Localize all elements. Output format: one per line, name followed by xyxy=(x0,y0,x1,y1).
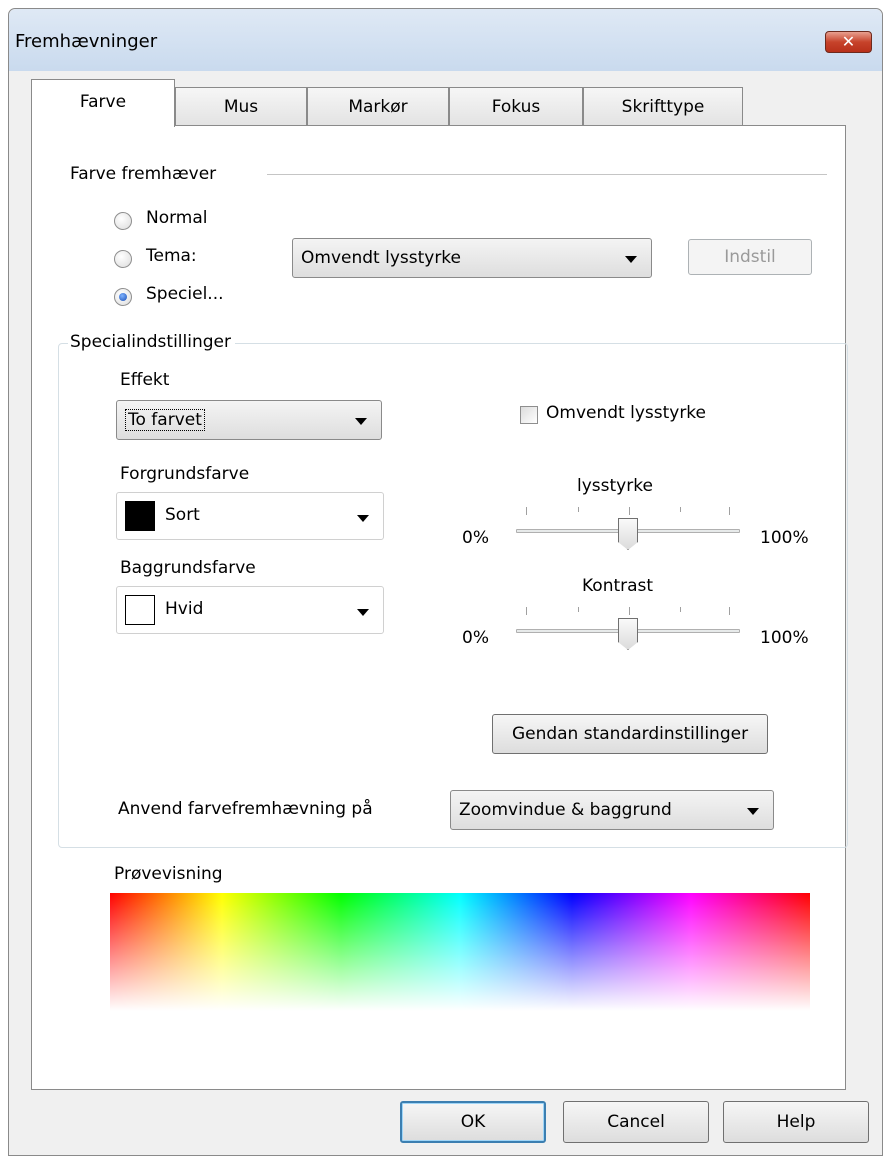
contrast-label: Kontrast xyxy=(582,576,654,596)
apply-select-value: Zoomvindue & baggrund xyxy=(459,800,672,820)
restore-defaults-button[interactable]: Gendan standardinstillinger xyxy=(492,714,768,754)
theme-select[interactable]: Omvendt lysstyrke xyxy=(292,238,652,278)
setup-button-label: Indstil xyxy=(724,247,776,267)
tab-panel-farve: Farve fremhæver Normal Tema: Speciel... … xyxy=(31,125,848,1090)
tab-farve[interactable]: Farve xyxy=(31,79,175,127)
cancel-button[interactable]: Cancel xyxy=(563,1101,709,1143)
tab-markor[interactable]: Markør xyxy=(307,87,449,125)
slider-tick xyxy=(729,607,730,615)
invert-brightness-label[interactable]: Omvendt lysstyrke xyxy=(546,403,706,423)
background-color-select[interactable]: Hvid xyxy=(116,586,384,634)
tab-fokus[interactable]: Fokus xyxy=(449,87,583,125)
color-highlight-section-label: Farve fremhæver xyxy=(70,164,217,184)
slider-tick xyxy=(629,607,630,615)
radio-tema-label[interactable]: Tema: xyxy=(146,246,197,266)
chevron-down-icon xyxy=(357,515,369,522)
slider-tick xyxy=(680,607,681,612)
close-icon: ✕ xyxy=(841,32,856,51)
ok-label: OK xyxy=(460,1112,486,1132)
slider-tick xyxy=(526,607,527,615)
title-bar[interactable]: Fremhævninger ✕ xyxy=(9,9,882,71)
help-label: Help xyxy=(776,1112,816,1132)
chevron-down-icon xyxy=(747,808,759,815)
contrast-max-label: 100% xyxy=(760,628,809,648)
chevron-down-icon xyxy=(357,609,369,616)
preview-spectrum xyxy=(110,893,810,1011)
tab-skrifttype[interactable]: Skrifttype xyxy=(583,87,743,125)
foreground-color-swatch xyxy=(125,501,155,531)
brightness-max-label: 100% xyxy=(760,528,809,548)
tab-label: Skrifttype xyxy=(621,97,705,117)
effect-select[interactable]: To farvet xyxy=(116,400,382,440)
radio-tema[interactable] xyxy=(114,250,132,268)
cancel-label: Cancel xyxy=(607,1112,665,1132)
radio-speciel[interactable] xyxy=(114,288,132,306)
slider-tick xyxy=(680,507,681,512)
section-divider xyxy=(267,174,827,175)
chevron-down-icon xyxy=(355,418,367,425)
theme-select-value: Omvendt lysstyrke xyxy=(301,248,462,268)
slider-tick xyxy=(629,507,630,515)
background-color-value: Hvid xyxy=(165,599,204,619)
slider-tick xyxy=(729,507,730,515)
close-button[interactable]: ✕ xyxy=(825,31,872,53)
setup-button[interactable]: Indstil xyxy=(688,239,812,275)
slider-tick xyxy=(578,607,579,612)
window-title: Fremhævninger xyxy=(15,31,158,52)
tab-label: Mus xyxy=(223,97,259,117)
restore-defaults-label: Gendan standardinstillinger xyxy=(511,724,749,744)
tab-label: Farve xyxy=(79,92,127,112)
brightness-label: lysstyrke xyxy=(577,476,653,496)
slider-tick xyxy=(526,507,527,515)
tab-label: Markør xyxy=(348,97,408,117)
chevron-down-icon xyxy=(625,256,637,263)
foreground-color-value: Sort xyxy=(165,505,200,525)
contrast-min-label: 0% xyxy=(462,628,489,648)
dialog-window: Fremhævninger ✕ Farve Mus Markør Fokus S… xyxy=(8,8,883,1156)
slider-tick xyxy=(578,507,579,512)
radio-normal[interactable] xyxy=(114,212,132,230)
brightness-min-label: 0% xyxy=(462,528,489,548)
help-button[interactable]: Help xyxy=(723,1101,869,1143)
radio-normal-label[interactable]: Normal xyxy=(146,208,208,228)
tab-label: Fokus xyxy=(491,97,541,117)
apply-select[interactable]: Zoomvindue & baggrund xyxy=(450,790,774,830)
foreground-color-select[interactable]: Sort xyxy=(116,492,384,540)
background-color-swatch xyxy=(125,595,155,625)
apply-label: Anvend farvefremhævning på xyxy=(118,799,373,819)
effect-select-value: To farvet xyxy=(125,409,205,431)
radio-speciel-label[interactable]: Speciel... xyxy=(146,284,224,304)
invert-brightness-checkbox[interactable] xyxy=(520,406,538,424)
ok-button[interactable]: OK xyxy=(400,1101,546,1143)
preview-label: Prøvevisning xyxy=(114,864,223,884)
effect-label: Effekt xyxy=(120,370,170,390)
foreground-label: Forgrundsfarve xyxy=(120,464,250,484)
background-label: Baggrundsfarve xyxy=(120,558,256,578)
tab-mus[interactable]: Mus xyxy=(175,87,307,125)
special-settings-label: Specialindstillinger xyxy=(68,332,235,352)
